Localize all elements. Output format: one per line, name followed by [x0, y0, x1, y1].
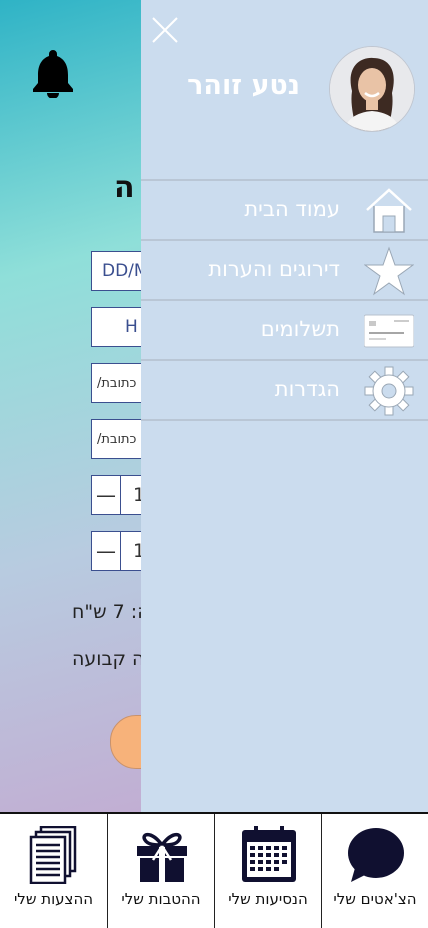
gear-icon: [364, 366, 414, 416]
menu-item-payments[interactable]: תשלומים: [141, 299, 428, 359]
home-icon: [366, 188, 412, 233]
chat-bubble-icon: [348, 828, 404, 882]
nav-label: ההטבות שלי: [121, 890, 201, 908]
price-text: ה: 7 ש"ח: [72, 601, 150, 623]
bell-icon[interactable]: [31, 48, 75, 98]
close-icon[interactable]: [151, 16, 179, 44]
minus-button[interactable]: —: [92, 532, 121, 570]
user-name: נטע זוהר: [187, 70, 300, 101]
menu-item-label: תשלומים: [260, 317, 340, 341]
menu-item-ratings[interactable]: דירוגים והערות: [141, 239, 428, 299]
bottom-nav: הצ'אטים שלי הנסיעות שלי ההטבות שלי ההצעו…: [0, 812, 428, 928]
credit-card-icon: [364, 314, 414, 348]
calendar-icon: [242, 826, 296, 882]
nav-item-offers[interactable]: ההצעות שלי: [0, 814, 107, 928]
drawer-menu: עמוד הבית דירוגים והערות תשלומים הגדרות: [141, 179, 428, 421]
fixed-price-text: ה קבועה: [72, 648, 145, 670]
nav-item-benefits[interactable]: ההטבות שלי: [107, 814, 214, 928]
minus-button[interactable]: —: [92, 476, 121, 514]
menu-item-home[interactable]: עמוד הבית: [141, 179, 428, 239]
menu-item-label: עמוד הבית: [244, 197, 340, 221]
menu-item-settings[interactable]: הגדרות: [141, 359, 428, 421]
nav-label: הנסיעות שלי: [228, 890, 308, 908]
page-title: ה: [114, 170, 135, 205]
star-icon: [364, 246, 414, 296]
nav-label: ההצעות שלי: [13, 890, 94, 908]
nav-item-trips[interactable]: הנסיעות שלי: [214, 814, 321, 928]
nav-item-chats[interactable]: הצ'אטים שלי: [321, 814, 428, 928]
avatar[interactable]: [329, 46, 415, 132]
nav-label: הצ'אטים שלי: [333, 890, 417, 908]
side-drawer: נטע זוהר עמוד הבית דירוגים והערות תשלומי…: [141, 0, 428, 812]
gift-icon: [137, 832, 187, 882]
menu-item-label: דירוגים והערות: [208, 257, 340, 281]
documents-icon: [29, 826, 77, 884]
menu-item-label: הגדרות: [274, 377, 340, 401]
